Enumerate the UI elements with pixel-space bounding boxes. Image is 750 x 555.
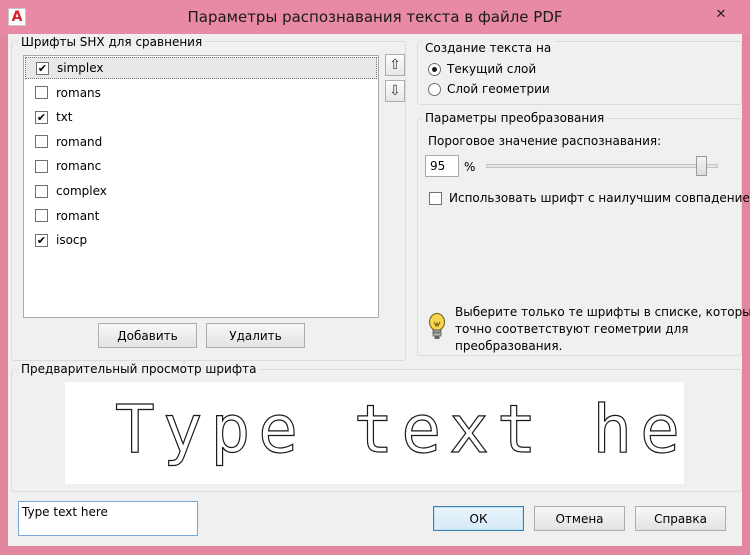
font-list-item[interactable]: ✔ simplex [25,57,377,79]
font-checkbox[interactable] [35,135,48,149]
font-preview-area: Type text here [65,382,684,484]
font-checkbox[interactable]: ✔ [36,61,49,75]
close-icon[interactable]: ✕ [716,7,727,22]
arrow-up-icon: ⇧ [389,57,401,73]
font-label: romand [56,134,103,149]
font-list-item[interactable]: ✔ txt [25,106,377,128]
font-label: romant [56,208,100,223]
radio-geometry-layer-button[interactable] [428,82,441,96]
move-down-button[interactable]: ⇩ [385,80,405,102]
arrow-down-icon: ⇩ [389,83,401,99]
font-label: simplex [57,61,104,75]
shx-fonts-group-title: Шрифты SHX для сравнения [18,35,206,49]
radio-selected-dot [432,66,437,72]
radio-geometry-layer[interactable]: Слой геометрии [428,82,550,96]
threshold-slider-thumb[interactable] [695,156,707,176]
font-checkbox[interactable]: ✔ [35,233,48,247]
font-checkbox[interactable] [35,86,48,100]
text-creation-group-title: Создание текста на [422,41,555,55]
radio-current-layer[interactable]: Текущий слой [428,62,536,76]
checkmark-icon: ✔ [36,233,47,247]
sample-text-input[interactable]: Type text here [18,501,198,536]
shx-fonts-list[interactable]: ✔ simplex romans ✔ txt romand romanc complex rom… [23,55,379,318]
dialog-body: Шрифты SHX для сравнения ✔ simplex romans ✔… [8,34,750,546]
radio-current-layer-label: Текущий слой [447,62,537,76]
checkmark-icon: ✔ [36,110,47,124]
threshold-slider-track[interactable] [486,164,718,168]
move-up-button[interactable]: ⇧ [385,54,405,76]
font-checkbox[interactable] [35,159,48,173]
best-match-label: Использовать шрифт с наилучшим совпадени… [449,191,750,205]
radio-current-layer-button[interactable] [428,62,441,76]
font-checkbox[interactable]: ✔ [35,110,48,124]
font-label: complex [56,184,107,198]
hint-line: точно соответствуют геометрии для [455,322,689,336]
window-title: Параметры распознавания текста в файле P… [187,8,563,26]
delete-button[interactable]: Удалить [206,323,305,348]
font-preview-text: Type text here [114,390,684,468]
font-list-item[interactable]: romand [25,131,377,153]
font-label: romans [56,85,101,100]
conversion-group-title: Параметры преобразования [422,111,608,125]
title-bar: A Параметры распознавания текста в файле… [0,0,750,34]
font-label: romanc [56,159,102,174]
threshold-label: Пороговое значение распознавания: [428,134,662,148]
font-list-item[interactable]: complex [25,180,377,202]
font-checkbox[interactable] [35,184,48,198]
best-match-checkbox[interactable] [429,191,442,205]
best-match-option[interactable]: Использовать шрифт с наилучшим совпадени… [429,191,750,205]
font-label: txt [56,110,73,125]
hint-text: Выберите только те шрифты в списке, кото… [455,304,750,355]
add-button[interactable]: Добавить [98,323,197,348]
hint-line: преобразования. [455,339,563,353]
font-preview-group-title: Предварительный просмотр шрифта [18,362,260,376]
font-list-item[interactable]: romans [25,82,377,104]
font-checkbox[interactable] [35,209,48,223]
hint-line: Выберите только те шрифты в списке, кото… [455,305,750,319]
help-button[interactable]: Справка [635,506,726,531]
threshold-unit: % [464,160,476,174]
close-button[interactable]: ✕ [708,5,734,23]
ok-button[interactable]: ОК [433,506,524,531]
lightbulb-icon [429,313,445,339]
checkmark-icon: ✔ [37,61,48,75]
radio-geometry-layer-label: Слой геометрии [447,82,550,96]
threshold-input[interactable]: 95 [425,155,459,177]
font-list-item[interactable]: romant [25,205,377,227]
font-list-item[interactable]: ✔ isocp [25,229,377,251]
font-label: isocp [56,233,88,248]
cancel-button[interactable]: Отмена [534,506,625,531]
font-list-item[interactable]: romanc [25,155,377,177]
